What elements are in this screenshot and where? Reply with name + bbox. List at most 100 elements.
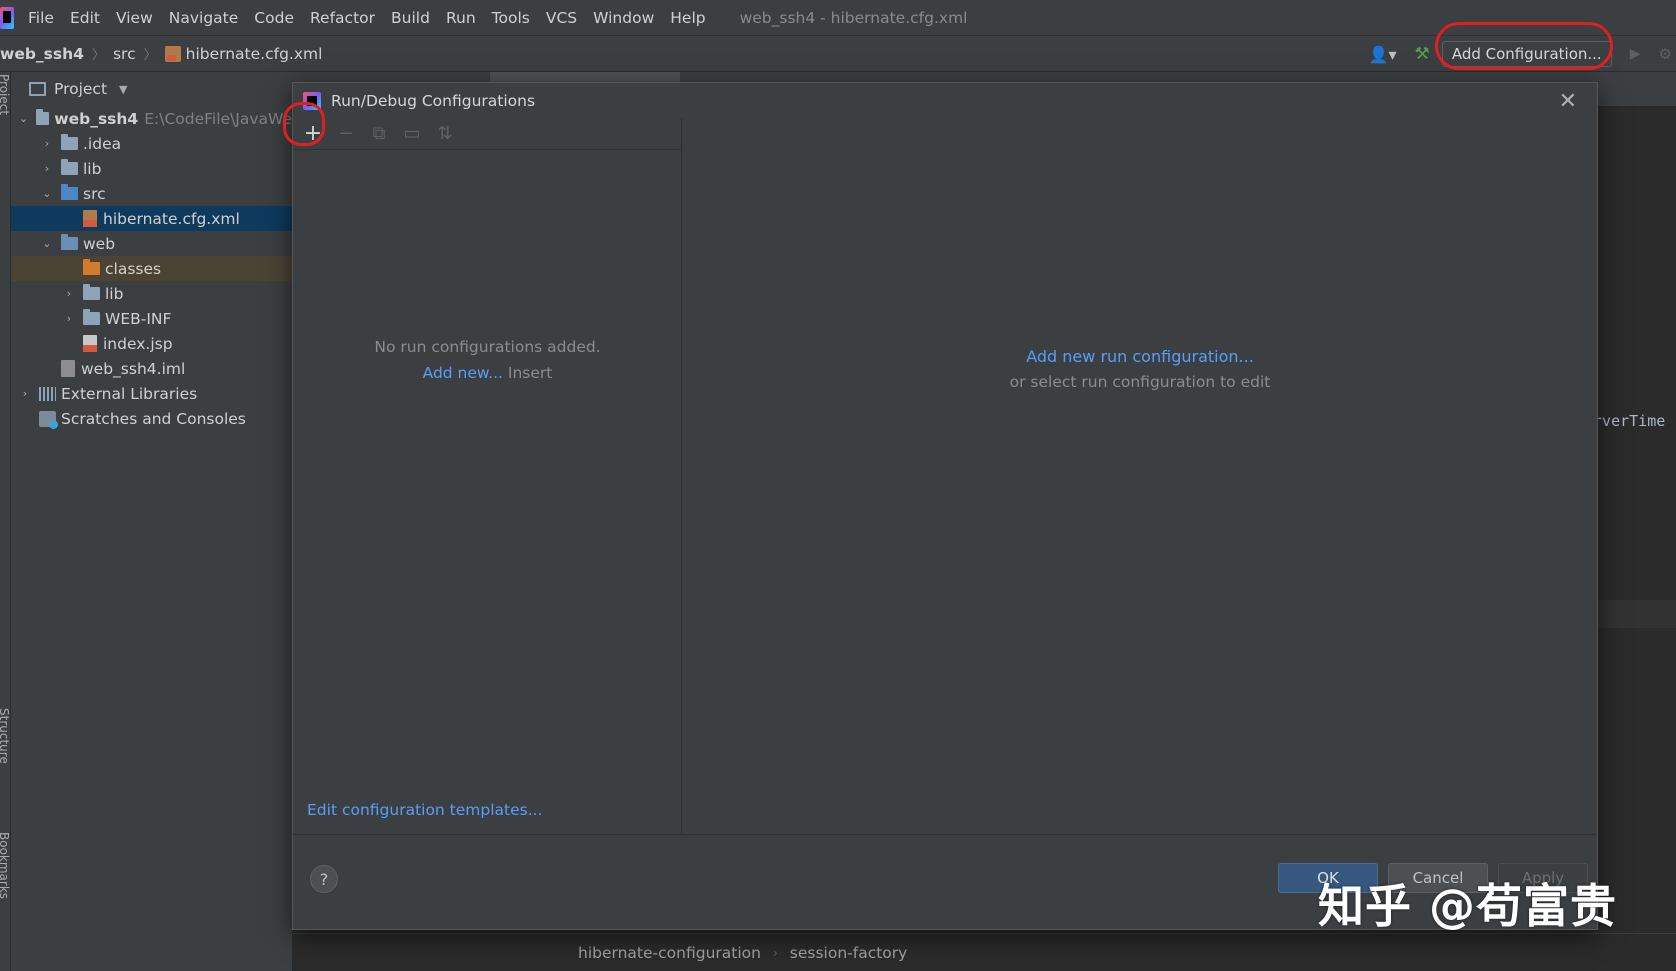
menu-help[interactable]: Help bbox=[670, 9, 705, 27]
xml-file-icon bbox=[83, 210, 97, 227]
chevron-right-icon[interactable]: › bbox=[19, 387, 31, 400]
excluded-folder-icon bbox=[83, 259, 100, 275]
source-folder-icon bbox=[61, 184, 78, 200]
tree-item-index-jsp[interactable]: index.jsp bbox=[11, 331, 292, 356]
tree-item-lib[interactable]: › lib bbox=[11, 156, 292, 181]
breadcrumb-session-factory[interactable]: session-factory bbox=[790, 944, 908, 962]
menu-window[interactable]: Window bbox=[593, 9, 654, 27]
add-new-link[interactable]: Add new... bbox=[423, 364, 503, 382]
chevron-down-icon[interactable]: ▼ bbox=[119, 83, 127, 96]
tree-item-label: src bbox=[83, 184, 106, 203]
intellij-logo-icon bbox=[0, 6, 14, 29]
tree-item-label: web_ssh4 bbox=[54, 109, 139, 128]
breadcrumb-file-label: hibernate.cfg.xml bbox=[185, 44, 323, 63]
tree-item-label: .idea bbox=[83, 134, 122, 153]
add-new-hint: Add new... Insert bbox=[293, 364, 682, 382]
dialog-titlebar[interactable]: Run/Debug Configurations ✕ bbox=[293, 83, 1597, 118]
add-configuration-icon[interactable]: + bbox=[301, 121, 325, 146]
add-new-run-configuration-link[interactable]: Add new run configuration... bbox=[683, 347, 1597, 366]
chevron-right-icon[interactable]: › bbox=[63, 312, 75, 325]
debug-icon[interactable]: ⚙ bbox=[1659, 45, 1672, 63]
navigation-bar: web_ssh4 〉 src 〉 hibernate.cfg.xml 👤▾ ⚒ … bbox=[0, 36, 1676, 72]
menu-edit[interactable]: Edit bbox=[70, 9, 100, 27]
tree-item-scratches[interactable]: Scratches and Consoles bbox=[11, 406, 292, 431]
copy-configuration-icon[interactable]: ⧉ bbox=[367, 122, 391, 146]
move-to-folder-icon[interactable]: ▭ bbox=[400, 122, 424, 146]
tree-item-hibernate-cfg-xml[interactable]: hibernate.cfg.xml bbox=[11, 206, 292, 231]
configurations-list-pane: + − ⧉ ▭ ⇅ No run configurations added. A… bbox=[293, 118, 682, 834]
menu-file[interactable]: File bbox=[28, 9, 54, 27]
project-tool-window-tab[interactable]: Project bbox=[0, 74, 11, 115]
add-configuration-button[interactable]: Add Configuration... bbox=[1441, 41, 1612, 67]
configuration-detail-pane: Add new run configuration... or select r… bbox=[683, 118, 1597, 834]
tree-item-web-lib[interactable]: › lib bbox=[11, 281, 292, 306]
run-debug-configurations-dialog: Run/Debug Configurations ✕ + − ⧉ ▭ ⇅ No … bbox=[292, 82, 1598, 930]
menu-code[interactable]: Code bbox=[254, 9, 294, 27]
xml-file-icon bbox=[164, 45, 181, 62]
bookmarks-tool-window-tab[interactable]: Bookmarks bbox=[0, 832, 11, 899]
menu-refactor[interactable]: Refactor bbox=[310, 9, 375, 27]
tree-item-external-libraries[interactable]: › External Libraries bbox=[11, 381, 292, 406]
library-icon bbox=[39, 386, 56, 401]
menu-bar: File Edit View Navigate Code Refactor Bu… bbox=[0, 0, 1676, 36]
editor-breadcrumb: hibernate-configuration › session-factor… bbox=[292, 933, 1676, 971]
tree-item-web-ssh4[interactable]: ⌄ web_ssh4 E:\CodeFile\JavaWe bbox=[11, 106, 292, 131]
folder-icon bbox=[83, 309, 100, 325]
breadcrumb-project[interactable]: web_ssh4 bbox=[0, 45, 84, 63]
tree-item-web-inf[interactable]: › WEB-INF bbox=[11, 306, 292, 331]
add-new-shortcut: Insert bbox=[507, 364, 553, 382]
breadcrumb-separator-icon: › bbox=[772, 945, 778, 960]
navbar-actions: 👤▾ ⚒ Add Configuration... ▶ ⚙ bbox=[1369, 36, 1676, 72]
folder-icon bbox=[83, 284, 100, 300]
chevron-right-icon[interactable]: › bbox=[41, 137, 53, 150]
iml-file-icon bbox=[61, 360, 75, 377]
folder-icon bbox=[61, 134, 78, 150]
tree-item-label: Scratches and Consoles bbox=[61, 409, 246, 428]
project-view-icon bbox=[29, 82, 46, 96]
chevron-right-icon[interactable]: › bbox=[63, 287, 75, 300]
structure-tool-window-tab[interactable]: Structure bbox=[0, 708, 11, 764]
breadcrumb-separator-icon: 〉 bbox=[91, 48, 105, 63]
help-button[interactable]: ? bbox=[310, 865, 338, 893]
project-panel-header[interactable]: Project ▼ bbox=[11, 72, 292, 106]
tree-item-label: classes bbox=[105, 259, 162, 278]
module-folder-icon bbox=[36, 109, 50, 125]
menu-tools[interactable]: Tools bbox=[492, 9, 530, 27]
tree-item-label: web bbox=[83, 234, 116, 253]
remove-configuration-icon[interactable]: − bbox=[334, 122, 358, 146]
tree-item-label: lib bbox=[105, 284, 124, 303]
tree-item-label: External Libraries bbox=[61, 384, 198, 403]
menu-view[interactable]: View bbox=[116, 9, 153, 27]
web-folder-icon bbox=[61, 234, 78, 250]
menu-navigate[interactable]: Navigate bbox=[169, 9, 239, 27]
tree-item-web-ssh4-iml[interactable]: web_ssh4.iml bbox=[11, 356, 292, 381]
run-icon[interactable]: ▶ bbox=[1630, 46, 1641, 62]
sort-icon[interactable]: ⇅ bbox=[433, 122, 457, 146]
chevron-down-icon[interactable]: ⌄ bbox=[41, 187, 53, 200]
close-icon[interactable]: ✕ bbox=[1559, 89, 1577, 114]
tree-item-web[interactable]: ⌄ web bbox=[11, 231, 292, 256]
breadcrumb-src[interactable]: src bbox=[113, 45, 136, 63]
tree-item-classes[interactable]: classes bbox=[11, 256, 292, 281]
chevron-down-icon[interactable]: ⌄ bbox=[19, 112, 28, 125]
edit-templates-link[interactable]: Edit configuration templates... bbox=[307, 801, 543, 819]
project-panel: Project ▼ ⌄ web_ssh4 E:\CodeFile\JavaWe … bbox=[11, 72, 292, 971]
user-account-icon[interactable]: 👤▾ bbox=[1369, 45, 1397, 64]
project-panel-title: Project bbox=[54, 80, 108, 98]
menu-build[interactable]: Build bbox=[391, 9, 430, 27]
chevron-down-icon[interactable]: ⌄ bbox=[41, 237, 53, 250]
breadcrumb-file[interactable]: hibernate.cfg.xml bbox=[164, 44, 323, 63]
menu-run[interactable]: Run bbox=[446, 9, 476, 27]
breadcrumb-separator-icon: 〉 bbox=[143, 48, 157, 63]
tree-item-src[interactable]: ⌄ src bbox=[11, 181, 292, 206]
tree-item-idea[interactable]: › .idea bbox=[11, 131, 292, 156]
select-configuration-hint: or select run configuration to edit bbox=[1009, 373, 1271, 391]
left-tool-strip: Project Structure Bookmarks bbox=[0, 72, 11, 971]
scratch-icon bbox=[39, 410, 58, 429]
tree-item-label: lib bbox=[83, 159, 102, 178]
configurations-toolbar: + − ⧉ ▭ ⇅ bbox=[293, 118, 681, 150]
build-hammer-icon[interactable]: ⚒ bbox=[1415, 44, 1430, 64]
breadcrumb-hibernate-configuration[interactable]: hibernate-configuration bbox=[578, 944, 761, 962]
chevron-right-icon[interactable]: › bbox=[41, 162, 53, 175]
menu-vcs[interactable]: VCS bbox=[546, 9, 577, 27]
